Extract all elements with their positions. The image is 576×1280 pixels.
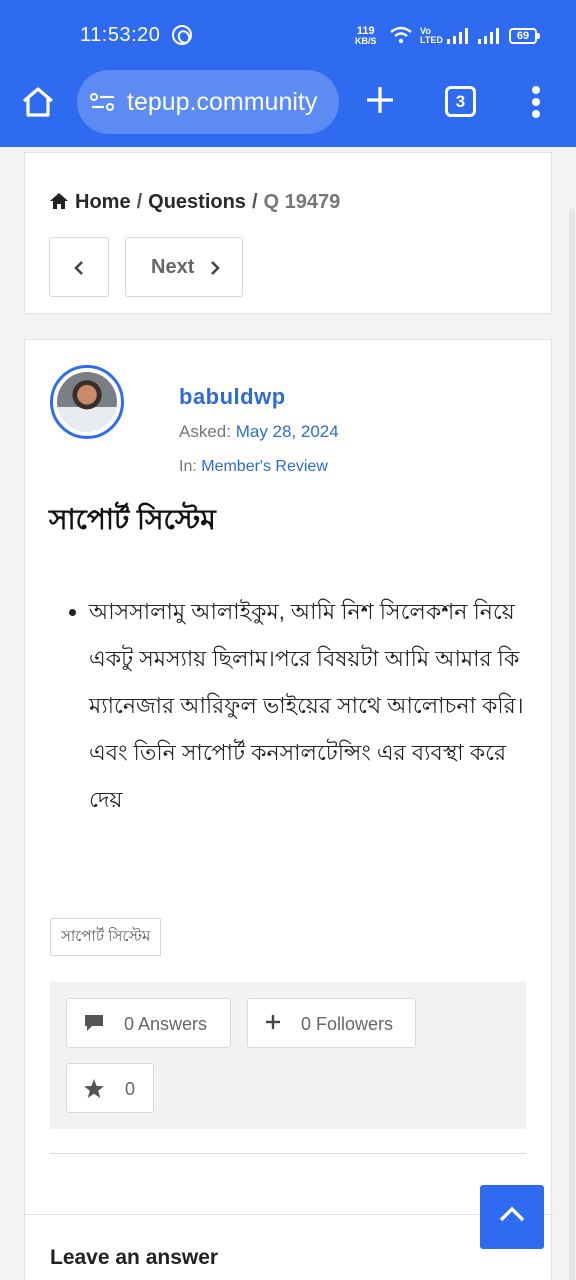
breadcrumb: Home / Questions / Q 19479 [49,191,340,214]
follow-button[interactable]: 0 Followers [247,998,416,1048]
asked-label: Asked: [179,422,236,441]
answers-count: 0 Answers [124,1014,208,1034]
status-time: 11:53:20 [80,24,161,46]
overflow-menu-icon[interactable] [532,86,542,118]
wifi-icon [390,26,412,44]
answers-count-button[interactable]: 0 Answers [66,998,231,1048]
favorites-count: 0 [125,1079,136,1099]
favorite-button[interactable]: 0 [66,1063,154,1113]
page-scrollbar[interactable] [569,208,575,1280]
previous-question-button[interactable] [49,237,109,297]
plus-icon [266,1015,280,1029]
breadcrumb-separator: / [251,191,258,213]
breadcrumb-separator: / [136,191,143,213]
scroll-to-top-button[interactable] [480,1185,544,1249]
question-title: সাপোর্ট সিস্টেম [49,504,216,535]
chevron-left-icon [74,261,83,275]
volte-indicator: Vo LTED [420,27,443,45]
home-icon[interactable] [20,84,56,120]
site-settings-icon[interactable] [90,92,116,112]
section-divider [25,1214,553,1215]
breadcrumb-current: Q 19479 [263,191,341,213]
question-card: babuldwp Asked: May 28, 2024 In: Member'… [24,339,553,1280]
divider [50,1153,526,1154]
signal-icon [478,28,499,44]
question-stats: 0 Answers 0 Followers 0 [50,982,526,1129]
asked-date[interactable]: May 28, 2024 [236,422,339,441]
asked-date-line: Asked: May 28, 2024 [179,422,339,442]
leave-answer-heading: Leave an answer [50,1246,219,1269]
network-speed-value: 119 [356,25,375,37]
question-tag[interactable]: সাপোর্ট সিস্টেম [50,918,162,956]
breadcrumb-card: Home / Questions / Q 19479 Next [24,152,552,314]
followers-count: 0 Followers [301,1014,394,1034]
star-icon [84,1079,104,1098]
chevron-up-icon [499,1206,525,1222]
url-text: tepup.community [127,88,318,116]
vpn-icon [172,25,192,45]
network-speed-unit: KB/S [355,36,377,46]
signal-icon [447,28,468,44]
avatar[interactable] [50,365,124,439]
browser-top-bar: 11:53:20 119 KB/S Vo LTED 69 tepup.commu… [0,0,576,147]
author-name[interactable]: babuldwp [179,384,286,410]
category-line: In: Member's Review [179,458,328,476]
comment-icon [85,1015,103,1031]
next-label: Next [151,256,195,278]
breadcrumb-questions[interactable]: Questions [148,191,246,213]
category-link[interactable]: Member's Review [201,458,328,475]
tab-switcher-button[interactable]: 3 [445,86,476,117]
network-speed: 119 KB/S [355,25,377,47]
next-question-button[interactable]: Next [125,237,243,297]
in-label: In: [179,458,202,475]
address-bar[interactable]: tepup.community [77,70,339,134]
question-body: আসসালামু আলাইকুম, আমি নিশ সিলেকশন নিয়ে … [89,588,529,823]
new-tab-icon[interactable] [364,84,396,116]
chevron-right-icon [211,261,220,275]
breadcrumb-home[interactable]: Home [75,191,131,213]
battery-icon: 69 [509,28,540,44]
question-body-item: আসসালামু আলাইকুম, আমি নিশ সিলেকশন নিয়ে … [89,588,529,823]
volte-bottom: LTED [420,35,443,45]
home-icon [50,193,68,209]
status-bar: 11:53:20 119 KB/S Vo LTED 69 [0,0,576,70]
